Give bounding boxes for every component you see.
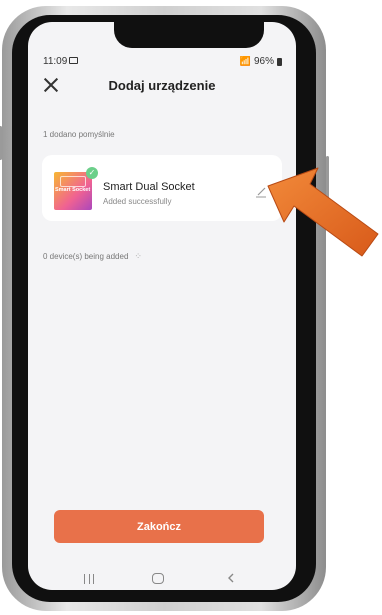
- back-icon[interactable]: [226, 573, 236, 583]
- image-notification-icon: [69, 57, 78, 64]
- pointer-arrow-icon: [267, 167, 379, 257]
- battery-icon: [277, 57, 282, 66]
- device-thumbnail: Smart Socket: [54, 172, 92, 210]
- home-icon[interactable]: [152, 573, 164, 584]
- status-time: 11:09: [43, 56, 68, 67]
- device-name: Smart Dual Socket: [103, 181, 195, 193]
- status-bar: 11:09 📶 96%: [28, 54, 296, 70]
- notch: [114, 22, 264, 48]
- recent-apps-icon[interactable]: [84, 574, 95, 584]
- thumbnail-text: Smart Socket: [55, 187, 91, 193]
- phone-screen: 11:09 📶 96% Dodaj urządzenie 1 dodano po…: [28, 22, 296, 590]
- success-count: 1 dodano pomyślnie: [43, 130, 115, 139]
- battery-percent: 96%: [253, 56, 274, 67]
- adding-status: 0 device(s) being added: [43, 252, 129, 261]
- navigation-bar: [28, 568, 296, 588]
- device-card[interactable]: Smart Socket ✓ Smart Dual Socket Added s…: [42, 155, 282, 221]
- finish-button[interactable]: Zakończ: [54, 510, 264, 543]
- loading-spinner-icon: ⁘: [134, 251, 141, 261]
- wifi-icon: 📶: [239, 56, 251, 66]
- page-title: Dodaj urządzenie: [108, 78, 216, 93]
- device-status: Added successfully: [103, 197, 172, 206]
- status-indicators: 📶 96%: [240, 56, 282, 67]
- thumbnail-frame: [60, 176, 86, 187]
- adding-status-row: 0 device(s) being added ⁘: [43, 251, 142, 262]
- volume-button: [0, 126, 2, 160]
- check-badge-icon: ✓: [86, 167, 98, 179]
